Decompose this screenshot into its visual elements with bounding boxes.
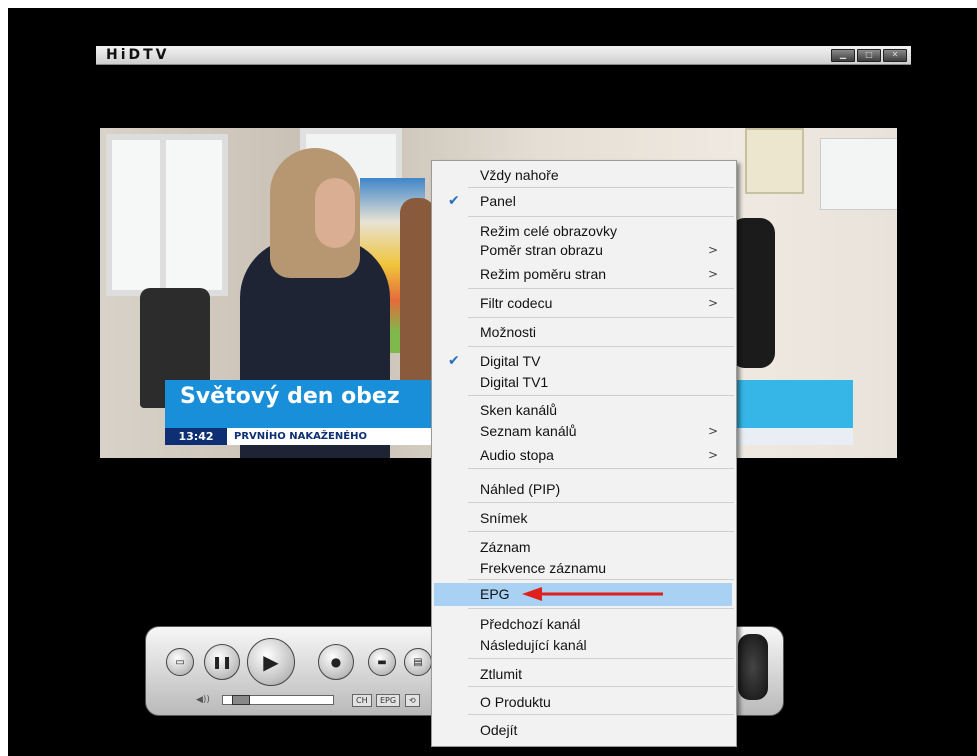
pause-button[interactable]: ❚❚ — [204, 644, 240, 680]
scene-picture-frame — [745, 128, 804, 194]
record-button[interactable]: ● — [318, 644, 354, 680]
menu-item[interactable]: Poměr stran obrazu > — [434, 239, 732, 262]
menu-item-label: Možnosti — [480, 324, 537, 340]
news-headline: Světový den obez — [180, 384, 400, 409]
context-menu: Vždy nahoře ✔ Panel Režim celé obrazovky Pom… — [431, 160, 737, 747]
menu-item-label: Následující kanál — [480, 637, 587, 653]
channel-button[interactable]: CH — [352, 694, 372, 707]
menu-item[interactable]: Odejít — [434, 719, 732, 742]
menu-separator — [468, 502, 734, 503]
menu-item-label: Předchozí kanál — [480, 616, 581, 632]
menu-separator — [468, 686, 734, 687]
menu-item-label: Ztlumit — [480, 666, 522, 682]
list-button[interactable]: ▤ — [404, 648, 432, 676]
menu-item-label: Náhled (PIP) — [480, 481, 561, 497]
menu-item[interactable]: ✔ Panel — [434, 190, 732, 213]
submenu-arrow-icon: > — [707, 448, 718, 462]
menu-item[interactable]: Sken kanálů — [434, 399, 732, 422]
menu-item[interactable]: Filtr codecu > — [434, 292, 732, 315]
volume-icon: ◀)) — [196, 695, 210, 705]
menu-item-label: Záznam — [480, 539, 531, 555]
menu-item[interactable]: ✔ Digital TV — [434, 350, 732, 373]
menu-item[interactable]: Ztlumit — [434, 663, 732, 686]
maximize-button[interactable]: □ — [857, 49, 881, 62]
check-icon: ✔ — [448, 353, 460, 369]
app-title: HiDTV — [106, 47, 170, 63]
scene-person-face — [315, 178, 355, 248]
menu-item[interactable]: O Produktu — [434, 691, 732, 714]
menu-separator — [468, 187, 734, 188]
menu-item[interactable]: Následující kanál — [434, 634, 732, 657]
screen-mode-button[interactable]: ▭ — [166, 648, 194, 676]
menu-separator — [468, 714, 734, 715]
menu-separator — [468, 346, 734, 347]
menu-item[interactable]: Digital TV1 — [434, 371, 732, 394]
menu-separator — [468, 531, 734, 532]
menu-item-label: Digital TV — [480, 353, 541, 369]
menu-separator — [468, 216, 734, 217]
news-lower-third-right — [733, 380, 853, 428]
menu-separator — [468, 658, 734, 659]
menu-separator — [468, 317, 734, 318]
menu-separator — [468, 608, 734, 609]
menu-item-label: Režim poměru stran — [480, 266, 607, 282]
check-icon: ✔ — [448, 193, 460, 209]
menu-item[interactable]: Audio stopa > — [434, 444, 732, 467]
menu-item[interactable]: Seznam kanálů > — [434, 420, 732, 443]
menu-item[interactable]: Předchozí kanál — [434, 613, 732, 636]
menu-item-label: Panel — [480, 193, 516, 209]
menu-item[interactable]: Náhled (PIP) — [434, 478, 732, 501]
menu-item-label: EPG — [480, 586, 510, 602]
menu-item[interactable]: Režim poměru stran > — [434, 263, 732, 286]
menu-item-label: Filtr codecu — [480, 295, 553, 311]
submenu-arrow-icon: > — [707, 424, 718, 438]
annotation-arrow-icon — [522, 587, 663, 601]
volume-slider[interactable] — [222, 695, 334, 705]
submenu-arrow-icon: > — [707, 267, 718, 281]
minimize-button[interactable]: ▁ — [831, 49, 855, 62]
scene-window-left — [106, 134, 228, 296]
menu-item-label: Odejít — [480, 722, 518, 738]
title-bar[interactable]: HiDTV ▁ □ ✕ — [96, 46, 911, 65]
news-ticker-time: 13:42 — [165, 428, 227, 445]
menu-item[interactable]: Frekvence záznamu — [434, 557, 732, 580]
menu-separator — [468, 395, 734, 396]
menu-item[interactable]: Záznam — [434, 536, 732, 559]
epg-button[interactable]: EPG — [376, 694, 401, 707]
volume-slider-thumb[interactable] — [232, 695, 250, 705]
menu-item-label: Digital TV1 — [480, 374, 549, 390]
play-button[interactable]: ▶ — [247, 638, 295, 686]
menu-item[interactable]: Vždy nahoře — [434, 164, 732, 187]
news-ticker-text: PRVNÍHO NAKAŽENÉHO — [234, 431, 367, 442]
refresh-icon[interactable]: ⟲ — [405, 694, 420, 707]
submenu-arrow-icon: > — [707, 296, 718, 310]
channel-knob[interactable] — [738, 634, 768, 700]
menu-item-label: Audio stopa — [480, 447, 554, 463]
scene-whiteboard — [820, 138, 897, 210]
menu-item-label: Vždy nahoře — [480, 167, 559, 183]
menu-item[interactable]: Možnosti — [434, 321, 732, 344]
submenu-arrow-icon: > — [707, 243, 718, 257]
scene-person-2 — [400, 198, 435, 398]
menu-item-label: Frekvence záznamu — [480, 560, 607, 576]
window-controls: ▁ □ ✕ — [831, 49, 907, 62]
menu-item[interactable]: Snímek — [434, 507, 732, 530]
menu-separator — [468, 468, 734, 469]
menu-item-label: Seznam kanálů — [480, 423, 577, 439]
menu-item-label: Snímek — [480, 510, 528, 526]
stop-button[interactable]: ▬ — [368, 648, 396, 676]
menu-separator — [468, 288, 734, 289]
menu-item-label: O Produktu — [480, 694, 551, 710]
news-ticker-bar-right — [733, 428, 853, 445]
menu-item-label: Poměr stran obrazu — [480, 242, 603, 258]
close-button[interactable]: ✕ — [883, 49, 907, 62]
menu-item-label: Sken kanálů — [480, 402, 558, 418]
menu-separator — [468, 579, 734, 580]
